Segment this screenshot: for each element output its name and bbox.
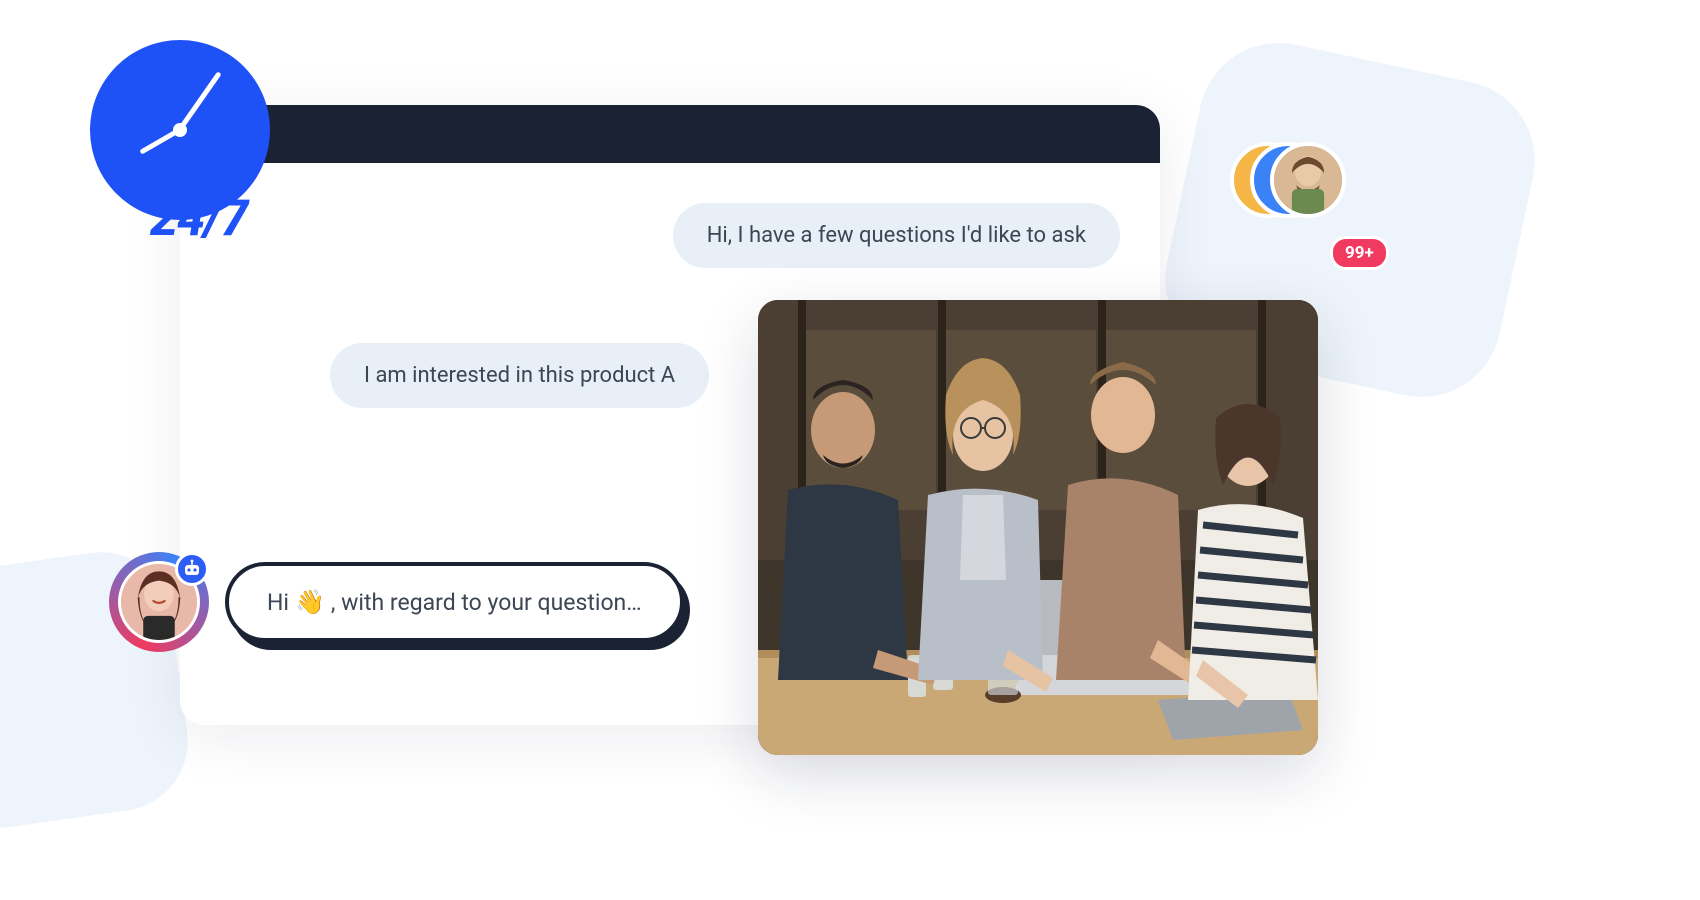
chat-bubble: Hi, I have a few questions I'd like to a… (673, 203, 1120, 268)
chat-titlebar (180, 105, 1160, 163)
agent-reply-row: Hi 👋 , with regard to your question… (115, 558, 684, 646)
agent-reply-bubble: Hi 👋 , with regard to your question… (225, 562, 684, 642)
wave-emoji-icon: 👋 (295, 588, 325, 616)
customer-avatar (1270, 142, 1346, 218)
chat-bubble: I am interested in this product A (330, 343, 709, 408)
reply-text-prefix: Hi (267, 589, 289, 616)
chat-body: Hi, I have a few questions I'd like to a… (180, 163, 1160, 223)
clock-label: 24/7 (150, 190, 247, 248)
clock-badge: 24/7 (90, 40, 310, 260)
bot-icon (175, 552, 209, 586)
agent-avatar (115, 558, 203, 646)
team-photo (758, 300, 1318, 755)
notification-badge: 99+ (1330, 236, 1389, 270)
reply-text-suffix: , with regard to your question… (331, 589, 642, 616)
